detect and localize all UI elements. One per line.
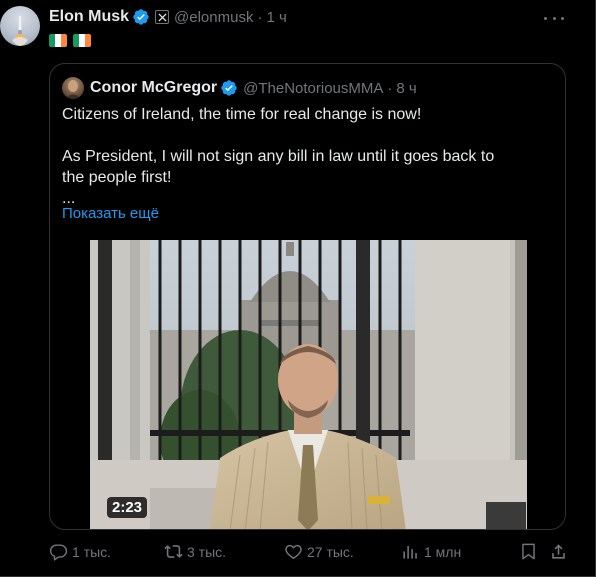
action-bar: 1 тыс. 3 тыс. 27 тыс. 1 млн [49,542,579,564]
like-button[interactable]: 27 тыс. [284,542,354,561]
quoted-text-line: Citizens of Ireland, the time for real c… [62,106,422,123]
bookmark-icon [522,543,535,560]
views-count: 1 млн [424,543,462,560]
share-icon [552,544,565,559]
ireland-flag-icon [49,34,67,47]
video-thumbnail [90,240,527,529]
reply-icon [49,544,68,561]
separator-dot: · [387,79,393,97]
share-button[interactable] [549,542,568,561]
quoted-text-line: As President, I will not sign any bill i… [62,148,495,165]
quoted-author-handle: @TheNotoriousMMA [243,79,384,97]
quoted-author-name: Conor McGregor [90,79,218,96]
show-more-link[interactable]: Показать ещё [62,205,159,222]
quoted-post-time: 8 ч [396,79,417,97]
repost-icon [164,545,183,558]
verified-badge-icon [221,80,237,96]
author-name[interactable]: Elon Musk [49,8,129,26]
video-player[interactable]: 2:23 [90,240,527,529]
repost-button[interactable]: 3 тыс. [164,542,226,561]
quoted-author-avatar [62,77,84,99]
like-count: 27 тыс. [307,543,354,560]
separator-dot: · [257,8,263,26]
author-handle[interactable]: @elonmusk [174,9,253,26]
quoted-post-header: Conor McGregor @TheNotoriousMMA · 8 ч [62,77,417,99]
more-options-icon[interactable] [544,10,564,26]
heart-icon [285,544,302,559]
quoted-text-line: the people first! [62,169,172,186]
avatar[interactable] [0,6,40,46]
views-button[interactable]: 1 млн [401,542,461,561]
analytics-icon [403,545,417,559]
video-duration: 2:23 [107,497,148,518]
reply-count: 1 тыс. [72,543,112,560]
verified-badge-icon [133,9,149,25]
bookmark-button[interactable] [519,542,538,561]
quoted-post-card[interactable]: Conor McGregor @TheNotoriousMMA · 8 ч Ci… [49,63,566,530]
reply-button[interactable]: 1 тыс. [49,542,111,561]
repost-count: 3 тыс. [187,543,227,560]
x-affiliate-icon[interactable] [155,10,170,24]
post-time[interactable]: 1 ч [266,9,286,26]
post-text-flags [49,34,91,47]
post-header: Elon Musk @elonmusk · 1 ч [49,6,287,28]
quoted-post-text: Citizens of Ireland, the time for real c… [62,104,552,209]
ireland-flag-icon [73,34,91,47]
